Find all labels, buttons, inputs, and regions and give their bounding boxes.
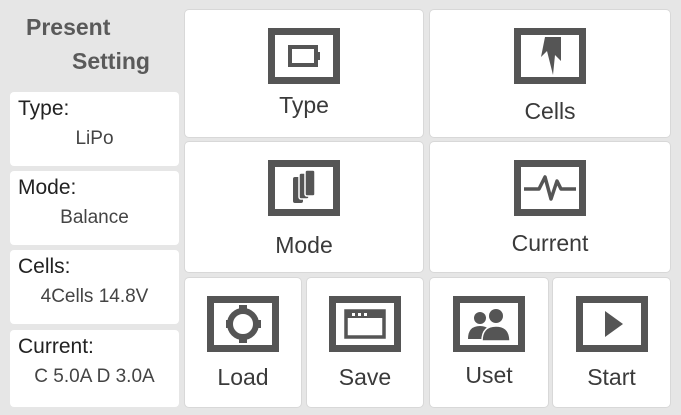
info-current: Current: C 5.0A D 3.0A — [10, 330, 179, 407]
info-cells-label: Cells: — [18, 255, 71, 278]
waveform-icon — [514, 160, 586, 216]
start-button-label: Start — [587, 364, 636, 390]
cells-button-label: Cells — [524, 98, 576, 124]
info-cells-value: 4Cells 14.8V — [40, 286, 149, 307]
info-mode-label: Mode: — [18, 176, 77, 199]
info-mode-value: Balance — [60, 207, 129, 228]
current-button[interactable]: Current — [430, 142, 670, 272]
load-button[interactable]: Load — [185, 278, 301, 407]
uset-button[interactable]: Uset — [430, 278, 548, 407]
save-button-label: Save — [338, 364, 392, 390]
lightning-icon — [514, 28, 586, 84]
type-button-label: Type — [279, 92, 329, 118]
stack-icon — [268, 160, 340, 216]
info-cells: Cells: 4Cells 14.8V — [10, 250, 179, 324]
info-current-label: Current: — [18, 335, 94, 358]
start-button[interactable]: Start — [553, 278, 670, 407]
play-icon — [575, 296, 648, 352]
present-title-line1: Present — [26, 14, 111, 40]
cells-button[interactable]: Cells — [430, 10, 670, 137]
present-title-line2: Setting — [72, 48, 150, 74]
load-button-label: Load — [217, 364, 269, 390]
info-type-label: Type: — [18, 97, 70, 120]
present-setting-panel: Present Setting Type: LiPo Mode: Balance… — [8, 8, 179, 407]
info-type-value: LiPo — [75, 128, 114, 149]
load-icon — [207, 296, 279, 352]
type-button[interactable]: Type — [185, 10, 423, 137]
users-icon — [453, 296, 525, 352]
current-button-label: Current — [511, 230, 589, 256]
info-type: Type: LiPo — [10, 92, 179, 166]
uset-button-label: Uset — [465, 362, 513, 388]
battery-icon — [268, 28, 340, 84]
save-button[interactable]: Save — [307, 278, 423, 407]
mode-button[interactable]: Mode — [185, 142, 423, 272]
info-mode: Mode: Balance — [10, 171, 179, 245]
save-window-icon — [329, 296, 401, 352]
mode-button-label: Mode — [275, 232, 333, 258]
info-current-value: C 5.0A D 3.0A — [34, 366, 155, 387]
present-setting-title: Present Setting — [8, 8, 179, 88]
